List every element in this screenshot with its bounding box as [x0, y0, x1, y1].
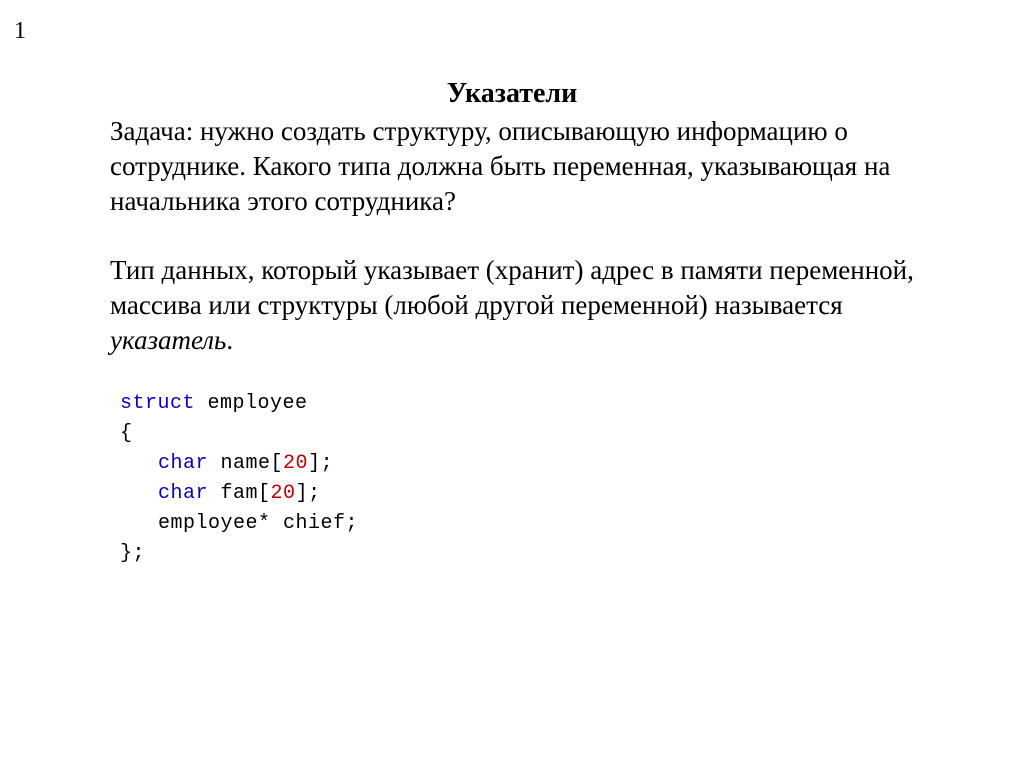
field-name-2: fam	[208, 482, 258, 505]
field-pointer: employee* chief;	[158, 512, 358, 535]
close-brace: };	[120, 542, 145, 565]
definition-text-pre: Тип данных, который указывает (хранит) а…	[110, 255, 914, 320]
code-line-2: {	[120, 419, 914, 449]
array-size-2: 20	[271, 482, 296, 505]
code-block: struct employee { char name[20]; char fa…	[120, 389, 914, 569]
page-number: 1	[14, 18, 26, 45]
keyword-char: char	[158, 482, 208, 505]
definition-text-post: .	[226, 325, 233, 355]
definition-term: указатель	[110, 325, 226, 355]
task-paragraph: Задача: нужно создать структуру, описыва…	[110, 114, 914, 219]
struct-name: employee	[195, 392, 308, 415]
slide-content: Указатели Задача: нужно создать структур…	[0, 0, 1024, 569]
definition-paragraph: Тип данных, который указывает (хранит) а…	[110, 253, 914, 358]
code-line-3: char name[20];	[120, 449, 914, 479]
bracket-open-1: [	[271, 452, 284, 475]
bracket-open-2: [	[258, 482, 271, 505]
keyword-char: char	[158, 452, 208, 475]
array-size-1: 20	[283, 452, 308, 475]
open-brace: {	[120, 422, 133, 445]
code-line-6: };	[120, 539, 914, 569]
bracket-close-1: ];	[308, 452, 333, 475]
code-line-1: struct employee	[120, 389, 914, 419]
keyword-struct: struct	[120, 392, 195, 415]
code-line-4: char fam[20];	[120, 479, 914, 509]
field-name-1: name	[208, 452, 271, 475]
bracket-close-2: ];	[296, 482, 321, 505]
code-line-5: employee* chief;	[120, 509, 914, 539]
slide-title: Указатели	[110, 78, 914, 110]
